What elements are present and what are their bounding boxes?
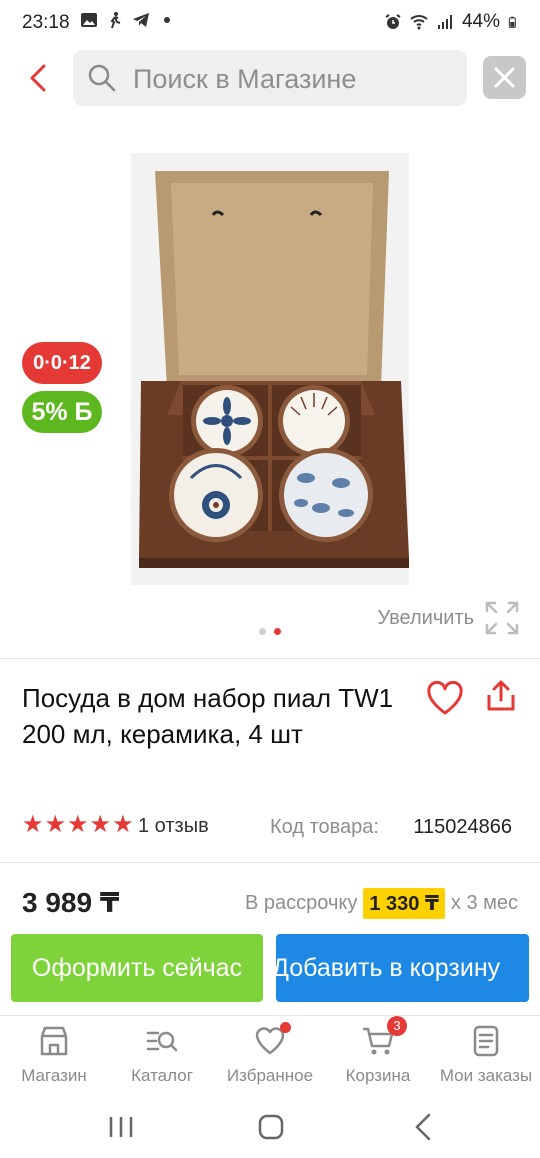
walk-icon: [110, 12, 121, 29]
signal-icon: [437, 15, 452, 29]
zoom-label: Увеличить: [377, 606, 474, 629]
nav-item-catalog[interactable]: Каталог: [108, 1024, 216, 1086]
sku-label: Код товара:: [270, 816, 379, 838]
bottom-nav: Магазин Каталог Избранное 3 Корзина Мои …: [0, 1015, 540, 1095]
clear-search-button[interactable]: [483, 56, 526, 99]
dot-icon: [164, 17, 170, 23]
cart-count-badge: 3: [387, 1016, 407, 1036]
search-header: Поиск в Магазине: [0, 44, 540, 120]
rating-stars[interactable]: ★ ★ ★ ★ ★: [22, 813, 134, 837]
system-back-button[interactable]: [404, 1107, 444, 1147]
zoom-button[interactable]: Увеличить: [378, 600, 520, 636]
nav-item-shop[interactable]: Магазин: [0, 1024, 108, 1086]
divider: [0, 862, 540, 863]
close-icon: [494, 67, 515, 88]
catalog-search-icon: [146, 1031, 178, 1052]
installment-badge: 0·0·12: [22, 342, 102, 384]
recent-apps-button[interactable]: [101, 1107, 141, 1147]
pagination-dot[interactable]: [259, 628, 266, 635]
bonus-badge: 5% Б: [22, 391, 102, 433]
nav-label: Магазин: [21, 1066, 87, 1085]
alarm-icon: [385, 14, 401, 29]
star-icon: ★: [89, 811, 112, 838]
installment-amount: 1 330 ₸: [363, 888, 445, 919]
expand-icon: [485, 601, 519, 635]
wifi-icon: [410, 15, 428, 30]
orders-icon: [473, 1025, 499, 1057]
add-to-cart-button[interactable]: Добавить в корзину: [276, 934, 529, 1002]
battery-percent: 44%: [461, 11, 500, 32]
status-bar: 23:18 44%: [0, 0, 540, 44]
nav-item-orders[interactable]: Мои заказы: [432, 1024, 540, 1086]
gallery-icon: [81, 13, 97, 27]
status-system-icons: 44%: [384, 11, 520, 33]
star-icon: ★: [112, 811, 134, 838]
system-nav-bar: [0, 1095, 540, 1158]
back-button[interactable]: [24, 62, 56, 94]
buy-now-button[interactable]: Оформить сейчас: [11, 934, 263, 1002]
sku-value: 115024866: [413, 816, 512, 838]
star-icon: ★: [44, 811, 67, 838]
nav-item-cart[interactable]: 3 Корзина: [324, 1016, 432, 1086]
add-to-cart-label: Добавить в корзину: [276, 954, 501, 982]
nav-label: Корзина: [345, 1066, 411, 1085]
search-input[interactable]: Поиск в Магазине: [73, 50, 467, 106]
telegram-icon: [133, 13, 149, 27]
shop-icon: [40, 1026, 68, 1056]
status-time: 23:18: [22, 12, 70, 33]
product-image[interactable]: [131, 153, 409, 585]
battery-icon: [508, 16, 516, 28]
notification-dot: [280, 1022, 291, 1033]
status-notification-icons: [80, 11, 176, 29]
product-title: Посуда в дом набор пиал TW1 200 мл, кера…: [22, 683, 394, 749]
favorite-button[interactable]: [426, 680, 464, 716]
share-button[interactable]: [484, 679, 518, 713]
gallery-pagination: [259, 628, 281, 635]
star-icon: ★: [67, 811, 89, 838]
search-icon: [88, 64, 116, 92]
nav-item-favorites[interactable]: Избранное: [216, 1022, 324, 1086]
reviews-link[interactable]: 1 отзыв: [138, 815, 209, 838]
star-icon: ★: [22, 811, 44, 838]
installment-term: х 3 мес: [450, 892, 518, 914]
nav-label: Мои заказы: [439, 1066, 533, 1085]
installment-info[interactable]: В рассрочку 1 330 ₸ х 3 мес: [245, 888, 518, 919]
pagination-dot-active[interactable]: [274, 628, 281, 635]
product-gallery[interactable]: 0·0·12 5% Б Увеличить: [0, 120, 540, 660]
nav-label: Каталог: [131, 1066, 193, 1085]
search-placeholder: Поиск в Магазине: [133, 64, 357, 94]
product-photo-box-with-bowls: [131, 153, 409, 585]
home-button[interactable]: [251, 1107, 291, 1147]
divider: [0, 658, 540, 659]
rating-row: ★ ★ ★ ★ ★ 1 отзыв Код товара: 115024866: [22, 812, 518, 842]
product-price: 3 989 ₸: [22, 887, 120, 918]
nav-label: Избранное: [226, 1066, 314, 1085]
installment-label: В рассрочку: [245, 892, 358, 914]
